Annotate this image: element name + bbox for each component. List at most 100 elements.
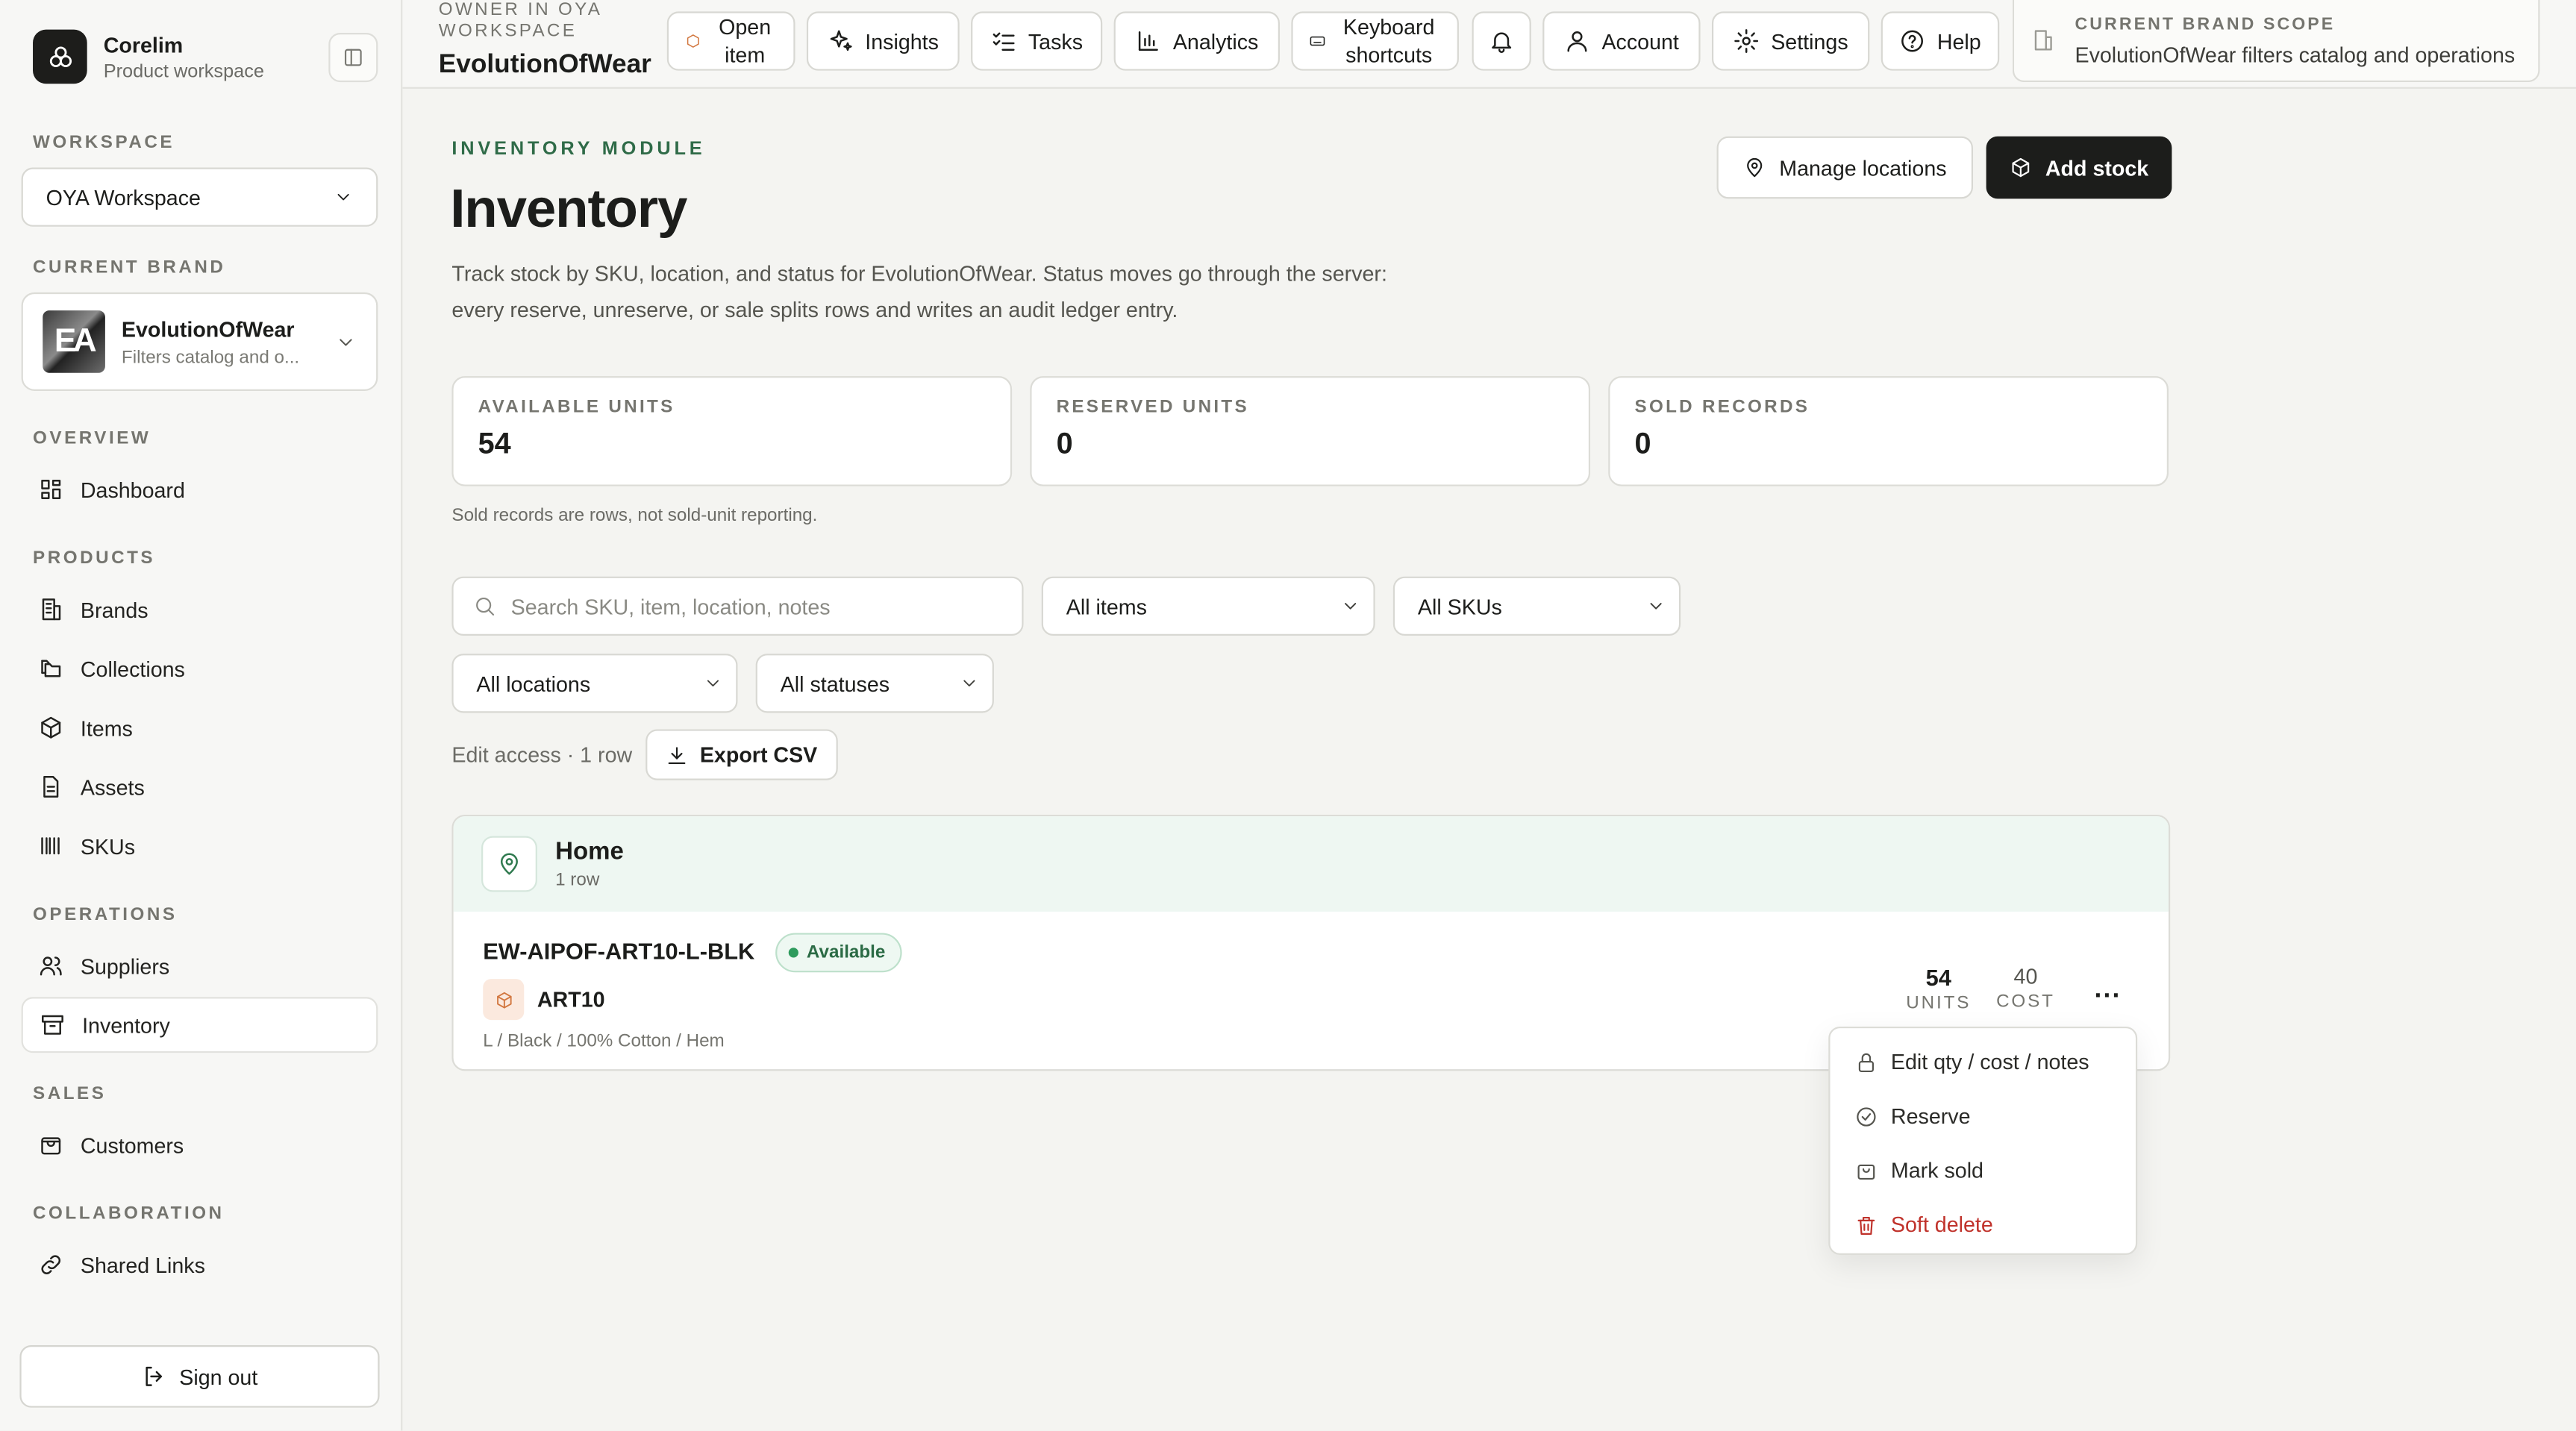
menu-item-reserve[interactable]: Reserve	[1830, 1089, 2135, 1144]
access-summary: Edit access · 1 row	[451, 742, 633, 768]
app-subtitle: Product workspace	[103, 61, 264, 81]
building-icon	[2034, 30, 2052, 51]
open-item-label: Open item	[719, 14, 772, 68]
bar-chart-icon	[1138, 31, 1158, 51]
open-item-button[interactable]: Open item	[666, 11, 795, 71]
bell-icon	[1492, 32, 1512, 53]
owner-label: OWNER IN OYA WORKSPACE	[438, 0, 601, 42]
stats-note: Sold records are rows, not sold-unit rep…	[451, 506, 818, 526]
sidebar-item-dashboard[interactable]: Dashboard	[22, 462, 378, 518]
insights-label: Insights	[865, 28, 939, 54]
sidebar-item-label: SKUs	[80, 833, 136, 859]
add-stock-button[interactable]: Add stock	[1986, 136, 2172, 199]
brand-description: Filters catalog and o...	[121, 347, 300, 368]
item-name: ART10	[537, 987, 605, 1012]
status-label: Available	[806, 942, 886, 963]
notifications-button[interactable]	[1472, 11, 1531, 71]
row-actions-button[interactable]: ...	[2085, 972, 2131, 1008]
page-eyebrow: INVENTORY MODULE	[451, 140, 706, 160]
add-stock-label: Add stock	[2045, 155, 2149, 181]
settings-button[interactable]: Settings	[1711, 11, 1870, 71]
user-icon	[1567, 31, 1587, 52]
sidebar-item-label: Collections	[80, 656, 185, 681]
dashboard-icon	[41, 480, 61, 500]
file-icon	[43, 776, 59, 798]
trash-icon	[1857, 1215, 1875, 1234]
sidebar-item-skus[interactable]: SKUs	[22, 818, 378, 874]
brand-logo: EA	[43, 310, 105, 373]
scope-label: CURRENT BRAND SCOPE	[2075, 13, 2336, 34]
stat-available-units: AVAILABLE UNITS 54	[451, 376, 1013, 486]
account-button[interactable]: Account	[1542, 11, 1701, 71]
scope-value: EvolutionOfWear filters catalog and oper…	[2075, 42, 2516, 67]
owner-block: OWNER IN OYA WORKSPACE EvolutionOfWear	[439, 0, 651, 81]
shopping-bag-icon	[1857, 1163, 1875, 1179]
chevron-down-icon	[1650, 603, 1662, 610]
menu-item-soft-delete[interactable]: Soft delete	[1830, 1197, 2135, 1252]
items-filter-select[interactable]: All items	[1041, 576, 1375, 636]
sign-out-button[interactable]: Sign out	[19, 1345, 380, 1408]
download-icon	[668, 746, 686, 763]
sidebar-item-customers[interactable]: Customers	[22, 1117, 378, 1173]
status-dot	[788, 948, 798, 958]
sidebar-item-assets[interactable]: Assets	[22, 759, 378, 815]
sidebar-item-label: Brands	[80, 597, 149, 622]
keyboard-shortcuts-button[interactable]: Keyboard shortcuts	[1291, 11, 1459, 71]
sidebar-item-suppliers[interactable]: Suppliers	[22, 938, 378, 994]
checklist-icon	[992, 32, 1015, 51]
archive-icon	[41, 1015, 63, 1035]
barcode-icon	[41, 837, 60, 855]
check-circle-icon	[1857, 1106, 1876, 1126]
page-description: Track stock by SKU, location, and status…	[451, 261, 1387, 322]
status-badge: Available	[775, 933, 902, 973]
tasks-button[interactable]: Tasks	[971, 11, 1103, 71]
chevron-down-icon	[963, 680, 975, 687]
sidebar-item-label: Suppliers	[80, 953, 170, 978]
section-collaboration: COLLABORATION	[33, 1203, 225, 1224]
keyboard-icon	[1310, 36, 1325, 46]
section-sales: SALES	[33, 1083, 107, 1104]
brand-name: EvolutionOfWear	[121, 316, 295, 341]
stat-value: 0	[1634, 427, 1651, 460]
units-cell: 54 UNITS	[1894, 964, 1983, 1013]
sidebar-item-label: Assets	[80, 774, 145, 800]
section-overview: OVERVIEW	[33, 428, 151, 449]
chevron-down-icon	[707, 680, 719, 687]
analytics-button[interactable]: Analytics	[1113, 11, 1280, 71]
search-input[interactable]: Search SKU, item, location, notes	[451, 576, 1024, 636]
brand-scope-indicator: CURRENT BRAND SCOPE EvolutionOfWear filt…	[2012, 0, 2540, 83]
gear-icon	[1734, 29, 1759, 53]
logout-icon	[146, 1366, 163, 1386]
sidebar: Corelim Product workspace WORKSPACE OYA …	[0, 0, 403, 1431]
menu-item-label: Mark sold	[1890, 1158, 1984, 1183]
manage-locations-button[interactable]: Manage locations	[1716, 136, 1973, 199]
menu-item-mark-sold[interactable]: Mark sold	[1830, 1143, 2135, 1197]
sidebar-item-collections[interactable]: Collections	[22, 641, 378, 697]
locations-filter-select[interactable]: All locations	[451, 654, 738, 713]
section-products: PRODUCTS	[33, 548, 156, 569]
sidebar-item-items[interactable]: Items	[22, 700, 378, 756]
row-actions-menu: Edit qty / cost / notes Reserve Mark sol…	[1828, 1026, 2138, 1255]
collapse-sidebar-button[interactable]	[328, 33, 378, 83]
insights-button[interactable]: Insights	[806, 11, 960, 71]
menu-item-edit[interactable]: Edit qty / cost / notes	[1830, 1035, 2135, 1089]
main-content: INVENTORY MODULE Inventory Track stock b…	[402, 90, 2576, 1430]
package-icon	[483, 979, 525, 1021]
sidebar-item-inventory[interactable]: Inventory	[21, 997, 378, 1053]
brand-switcher[interactable]: EA EvolutionOfWear Filters catalog and o…	[21, 292, 378, 391]
skus-filter-select[interactable]: All SKUs	[1392, 576, 1681, 636]
building-icon	[42, 598, 61, 621]
cost-cell: 40 COST	[1988, 964, 2063, 1012]
link-icon	[41, 1255, 60, 1274]
statuses-filter-select[interactable]: All statuses	[755, 654, 994, 713]
lock-icon	[1858, 1052, 1874, 1071]
workspace-select[interactable]: OYA Workspace	[21, 167, 378, 227]
tasks-label: Tasks	[1028, 28, 1084, 54]
chevron-down-icon	[340, 338, 352, 345]
help-button[interactable]: Help	[1881, 11, 2000, 71]
sidebar-item-shared-links[interactable]: Shared Links	[22, 1237, 378, 1293]
sidebar-item-brands[interactable]: Brands	[22, 581, 378, 637]
export-csv-button[interactable]: Export CSV	[645, 729, 837, 780]
shopping-bag-icon	[41, 1137, 61, 1155]
sidebar-toggle-icon	[344, 48, 362, 66]
